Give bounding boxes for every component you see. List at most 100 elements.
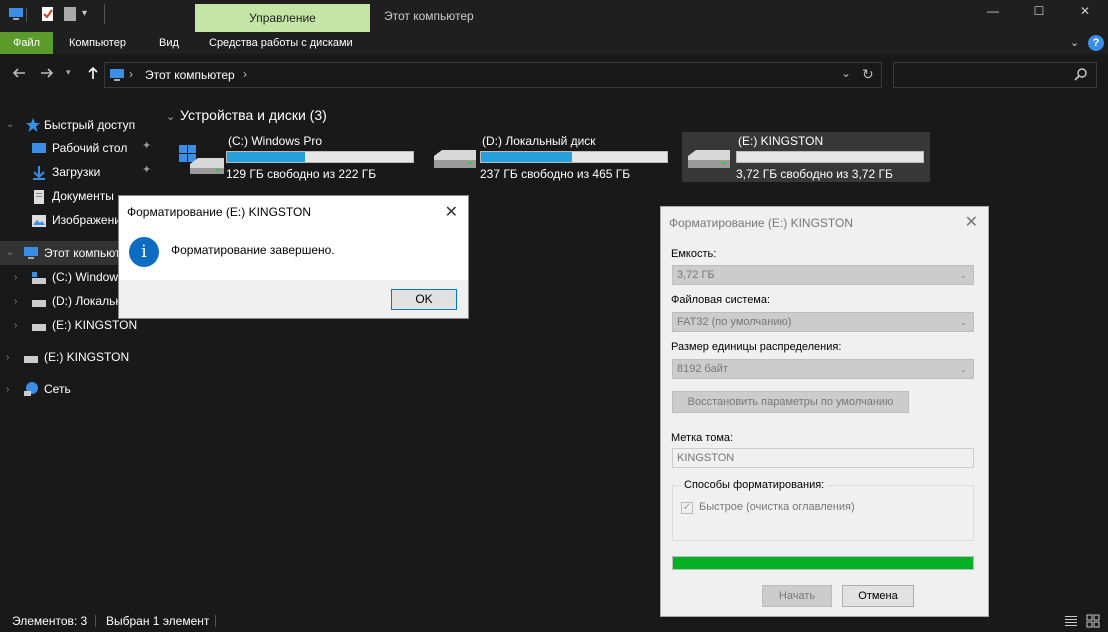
search-icon	[1074, 67, 1088, 84]
sidebar-item-this-pc[interactable]: Этот компьютер	[44, 242, 118, 264]
collapse-ribbon-icon[interactable]: ⌄	[1070, 32, 1079, 54]
format-options-label: Способы форматирования:	[681, 479, 828, 491]
ribbon-tabs: Файл Компьютер Вид Средства работы с дис…	[0, 32, 1108, 54]
group-collapse-icon[interactable]: ⌄	[166, 110, 175, 123]
format-progress-bar	[672, 556, 974, 570]
search-input[interactable]	[893, 62, 1097, 88]
chevron-down-icon: ⌄	[959, 270, 967, 280]
separator	[104, 4, 105, 24]
pictures-icon	[31, 213, 47, 232]
sidebar-item-desktop[interactable]: Рабочий стол	[52, 137, 127, 159]
drive-tile-c[interactable]: (C:) Windows Pro 129 ГБ свободно из 222 …	[178, 132, 422, 182]
new-folder-icon[interactable]	[62, 6, 78, 24]
collapsed-arrow-icon[interactable]: ›	[14, 320, 17, 331]
maximize-button[interactable]: ☐	[1016, 4, 1062, 26]
pin-icon[interactable]: ✦	[142, 139, 151, 152]
capacity-value: 3,72 ГБ	[677, 269, 715, 281]
separator	[26, 8, 27, 22]
chevron-down-icon: ⌄	[959, 317, 967, 327]
sidebar-item-downloads[interactable]: Загрузки	[52, 161, 100, 183]
tab-view[interactable]: Вид	[159, 32, 179, 54]
forward-arrow-icon[interactable]	[40, 66, 54, 83]
title-bar: ▾ Управление Этот компьютер — ☐ ✕	[0, 0, 1108, 32]
tab-disk-tools[interactable]: Средства работы с дисками	[209, 32, 353, 54]
separator	[215, 615, 216, 627]
drive-usage-fill	[227, 152, 306, 162]
windows-drive-icon	[178, 142, 224, 181]
capacity-select[interactable]: 3,72 ГБ ⌄	[672, 265, 974, 285]
info-icon: i	[129, 237, 159, 267]
expand-arrow-icon[interactable]: ⌄	[6, 247, 14, 258]
dialog-title: Форматирование (E:) KINGSTON	[669, 216, 854, 230]
expand-arrow-icon[interactable]: ⌄	[6, 119, 14, 130]
sidebar-item-drive-c[interactable]: (C:) Windows Pro	[52, 266, 118, 288]
message-dialog: Форматирование (E:) KINGSTON ✕ i Формати…	[118, 195, 469, 319]
quick-format-checkbox[interactable]: ✓	[681, 502, 693, 514]
minimize-button[interactable]: —	[970, 4, 1016, 26]
refresh-icon[interactable]: ↻	[862, 66, 874, 83]
breadcrumb-this-pc[interactable]: Этот компьютер	[145, 68, 235, 82]
address-dropdown-icon[interactable]: ⌄	[841, 66, 851, 80]
address-bar[interactable]: › Этот компьютер › ⌄ ↻	[104, 62, 882, 88]
volume-label-label: Метка тома:	[671, 432, 734, 444]
sidebar-item-network[interactable]: Сеть	[44, 378, 71, 400]
sidebar-item-pictures[interactable]: Изображени	[52, 209, 118, 231]
collapsed-arrow-icon[interactable]: ›	[6, 384, 9, 395]
sidebar-item-drive-d[interactable]: (D:) Локальный диск	[52, 290, 118, 312]
separator	[95, 615, 96, 627]
ok-button[interactable]: OK	[391, 289, 457, 310]
star-icon	[25, 117, 41, 136]
allocation-unit-value: 8192 байт	[677, 363, 728, 375]
pin-icon[interactable]: ✦	[142, 163, 151, 176]
drive-tile-e[interactable]: (E:) KINGSTON 3,72 ГБ свободно из 3,72 Г…	[682, 132, 930, 182]
drive-free-space: 3,72 ГБ свободно из 3,72 ГБ	[736, 167, 893, 181]
dialog-title: Форматирование (E:) KINGSTON	[127, 205, 312, 219]
close-icon[interactable]: ✕	[445, 202, 458, 222]
tab-computer[interactable]: Компьютер	[69, 32, 126, 54]
drive-icon	[31, 321, 47, 336]
usb-drive-icon	[686, 146, 732, 181]
start-button[interactable]: Начать	[762, 585, 832, 607]
details-view-icon[interactable]	[1064, 614, 1078, 631]
breadcrumb-chevron-icon[interactable]: ›	[129, 67, 133, 81]
this-pc-icon[interactable]	[8, 6, 24, 24]
status-item-count: Элементов: 3	[12, 614, 88, 628]
back-arrow-icon[interactable]	[12, 66, 26, 83]
status-selection: Выбран 1 элемент	[106, 614, 210, 628]
sidebar-item-usb-kingston[interactable]: (E:) KINGSTON	[44, 346, 129, 368]
tab-file[interactable]: Файл	[0, 32, 53, 54]
sidebar-item-quick-access[interactable]: Быстрый доступ	[44, 114, 135, 136]
close-button[interactable]: ✕	[1062, 4, 1108, 26]
usb-drive-icon	[23, 353, 39, 368]
help-icon[interactable]: ?	[1088, 35, 1104, 51]
customize-qat-icon[interactable]: ▾	[82, 8, 98, 26]
this-pc-icon	[109, 67, 125, 86]
dialog-message: Форматирование завершено.	[171, 243, 335, 257]
close-icon[interactable]: ✕	[965, 212, 978, 232]
section-title[interactable]: Устройства и диски (3)	[180, 107, 327, 123]
volume-label-input[interactable]: KINGSTON	[672, 448, 974, 468]
collapsed-arrow-icon[interactable]: ›	[14, 272, 17, 283]
recent-locations-icon[interactable]: ▾	[66, 67, 71, 78]
tiles-view-icon[interactable]	[1086, 614, 1100, 631]
drive-tile-d[interactable]: (D:) Локальный диск 237 ГБ свободно из 4…	[432, 132, 676, 182]
chevron-down-icon: ⌄	[959, 364, 967, 374]
filesystem-select[interactable]: FAT32 (по умолчанию) ⌄	[672, 312, 974, 332]
dialog-footer: OK	[119, 280, 468, 318]
quick-format-label: Быстрое (очистка оглавления)	[699, 501, 855, 513]
desktop-icon	[31, 141, 47, 160]
collapsed-arrow-icon[interactable]: ›	[14, 296, 17, 307]
allocation-unit-select[interactable]: 8192 байт ⌄	[672, 359, 974, 379]
drive-usage-bar	[226, 151, 414, 163]
tab-manage[interactable]: Управление	[195, 4, 370, 32]
breadcrumb-chevron-icon[interactable]: ›	[243, 67, 247, 81]
navigation-bar: ▾ › Этот компьютер › ⌄ ↻	[0, 54, 1108, 96]
drive-usage-bar	[480, 151, 668, 163]
drive-free-space: 129 ГБ свободно из 222 ГБ	[226, 167, 377, 181]
cancel-button[interactable]: Отмена	[842, 585, 914, 607]
restore-defaults-button[interactable]: Восстановить параметры по умолчанию	[672, 391, 909, 413]
up-arrow-icon[interactable]	[86, 66, 100, 83]
collapsed-arrow-icon[interactable]: ›	[6, 352, 9, 363]
navigation-pane: ⌄ Быстрый доступ Рабочий стол ✦ Загрузки…	[0, 100, 160, 610]
properties-icon[interactable]	[40, 6, 56, 24]
